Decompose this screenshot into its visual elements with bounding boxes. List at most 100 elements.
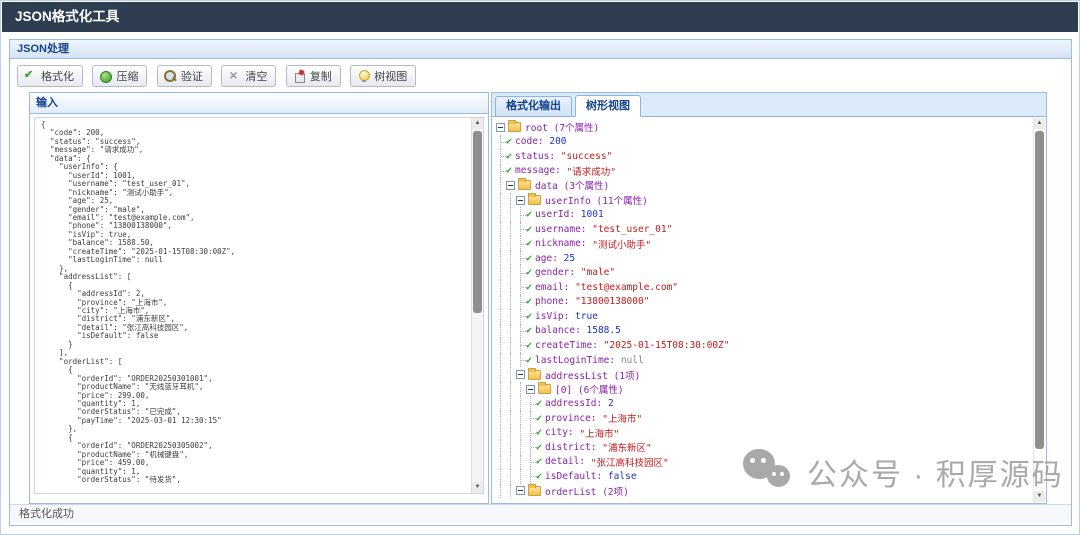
tree-node-key: isVip:: [535, 311, 569, 322]
tree-indent-guide: [496, 251, 506, 266]
tab-tree-view[interactable]: 树形视图: [575, 95, 641, 117]
clear-icon: [228, 70, 241, 82]
tree-scrollbar[interactable]: ▲ ▼: [1033, 118, 1045, 502]
tree-node-value: true: [569, 311, 598, 322]
tree-folder-node[interactable]: root (7个属性): [496, 120, 1030, 135]
check-icon: ✔: [536, 471, 542, 482]
tree-indent-guide: [516, 425, 526, 440]
scroll-up-arrow-icon[interactable]: ▲: [472, 118, 483, 129]
output-panel: 格式化输出 树形视图 root (7个属性)✔code: 200✔status:…: [491, 92, 1047, 504]
tree-leaf-node[interactable]: ✔isVip: true: [496, 309, 1030, 324]
tree-folder-node[interactable]: orderList (2项): [496, 484, 1030, 499]
input-scrollbar-thumb[interactable]: [473, 131, 482, 313]
tree-view: root (7个属性)✔code: 200✔status: "success"✔…: [496, 120, 1030, 503]
clear-button[interactable]: 清空: [221, 65, 276, 87]
tree-indent-guide: [506, 425, 516, 440]
tree-indent-guide: [496, 338, 506, 353]
tree-folder-node[interactable]: [0] (6个属性): [496, 382, 1030, 397]
tree-node-key: province:: [545, 413, 596, 424]
folder-icon: [538, 384, 551, 394]
tree-leaf-node[interactable]: ✔nickname: "测试小助手": [496, 236, 1030, 251]
treeview-button[interactable]: 树视图: [350, 65, 416, 87]
tree-indent-guide: [496, 135, 506, 150]
tree-indent-guide: [496, 236, 506, 251]
tree-node-value: "张江高科技园区": [585, 455, 669, 469]
scroll-down-arrow-icon[interactable]: ▼: [472, 482, 483, 493]
check-icon: ✔: [526, 282, 532, 293]
tree-indent-guide: [496, 309, 506, 324]
tree-leaf-node[interactable]: ✔province: "上海市": [496, 411, 1030, 426]
compress-button[interactable]: 压缩: [92, 65, 147, 87]
tree-node-key: isDefault:: [545, 471, 602, 482]
tree-indent-guide: [496, 207, 506, 222]
copy-button[interactable]: 复制: [286, 65, 341, 87]
check-icon: ✔: [506, 151, 512, 162]
tree-scrollbar-thumb[interactable]: [1035, 131, 1044, 449]
check-icon: ✔: [526, 325, 532, 336]
tree-leaf-node[interactable]: ✔gender: "male": [496, 265, 1030, 280]
tree-folder-node[interactable]: addressList (1项): [496, 367, 1030, 382]
json-input[interactable]: { "code": 200, "status": "success", "mes…: [35, 118, 470, 493]
tab-formatted-output-label: 格式化输出: [506, 100, 561, 112]
tree-leaf-node[interactable]: ✔status: "success": [496, 149, 1030, 164]
tree-leaf-node[interactable]: ✔email: "test@example.com": [496, 280, 1030, 295]
collapse-toggle-icon[interactable]: [526, 385, 535, 394]
scroll-up-arrow-icon[interactable]: ▲: [1034, 118, 1045, 129]
tree-leaf-node[interactable]: ✔age: 25: [496, 251, 1030, 266]
tree-panel-body: root (7个属性)✔code: 200✔status: "success"✔…: [492, 117, 1046, 503]
tree-indent-guide: [496, 382, 506, 397]
tab-tree-view-label: 树形视图: [586, 100, 630, 112]
tree-leaf-node[interactable]: ✔addressId: 2: [496, 396, 1030, 411]
tree-indent-guide: [506, 338, 516, 353]
collapse-toggle-icon[interactable]: [506, 181, 515, 190]
scroll-down-arrow-icon[interactable]: ▼: [1034, 491, 1045, 502]
tree-node-value: "test@example.com": [569, 282, 678, 293]
tree-indent-guide: [526, 440, 536, 455]
tree-node-value: null: [615, 355, 644, 366]
input-scrollbar[interactable]: ▲ ▼: [471, 118, 483, 493]
tree-node-key: lastLoginTime:: [535, 355, 615, 366]
check-icon: ✔: [536, 398, 542, 409]
tree-leaf-node[interactable]: ✔lastLoginTime: null: [496, 353, 1030, 368]
tree-indent-guide: [526, 396, 536, 411]
tree-node-value: 200: [544, 136, 567, 147]
validate-button-label: 验证: [181, 68, 203, 84]
validate-button[interactable]: 验证: [157, 65, 212, 87]
collapse-toggle-icon[interactable]: [516, 370, 525, 379]
tree-indent-guide: [496, 265, 506, 280]
collapse-toggle-icon[interactable]: [516, 196, 525, 205]
tree-node-key: balance:: [535, 325, 581, 336]
tree-node-key: nickname:: [535, 238, 586, 249]
tree-leaf-node[interactable]: ✔createTime: "2025-01-15T08:30:00Z": [496, 338, 1030, 353]
tree-node-key: username:: [535, 224, 586, 235]
tree-indent-guide: [506, 353, 516, 368]
compress-icon: [99, 70, 112, 82]
collapse-toggle-icon[interactable]: [496, 123, 505, 132]
format-button[interactable]: 格式化: [17, 65, 83, 87]
tree-folder-node[interactable]: userInfo (11个属性): [496, 193, 1030, 208]
tree-indent-guide: [496, 295, 506, 310]
input-panel: 输入 { "code": 200, "status": "success", "…: [29, 92, 489, 504]
check-icon: ✔: [526, 267, 532, 278]
tree-leaf-node[interactable]: ✔phone: "13800138000": [496, 295, 1030, 310]
tree-indent-guide: [526, 411, 536, 426]
tree-leaf-node[interactable]: ✔balance: 1588.5: [496, 324, 1030, 339]
tree-indent-guide: [506, 295, 516, 310]
tree-leaf-node[interactable]: ✔detail: "张江高科技园区": [496, 455, 1030, 470]
tree-folder-node[interactable]: data (3个属性): [496, 178, 1030, 193]
tree-leaf-node[interactable]: ✔city: "上海市": [496, 425, 1030, 440]
tree-leaf-node[interactable]: ✔isDefault: false: [496, 469, 1030, 484]
tree-leaf-node[interactable]: ✔username: "test_user_01": [496, 222, 1030, 237]
tree-leaf-node[interactable]: ✔district: "浦东新区": [496, 440, 1030, 455]
tree-leaf-node[interactable]: ✔message: "请求成功": [496, 164, 1030, 179]
tree-leaf-node[interactable]: ✔code: 200: [496, 135, 1030, 150]
collapse-toggle-icon[interactable]: [516, 486, 525, 495]
tree-leaf-node[interactable]: ✔userId: 1001: [496, 207, 1030, 222]
tree-node-key: status:: [515, 151, 555, 162]
tree-indent-guide: [506, 455, 516, 470]
tree-indent-guide: [516, 222, 526, 237]
tree-node-value: "test_user_01": [587, 224, 673, 235]
tree-node-value: "上海市": [574, 426, 620, 440]
tab-formatted-output[interactable]: 格式化输出: [495, 96, 572, 117]
status-bar: 格式化成功: [10, 504, 1071, 523]
